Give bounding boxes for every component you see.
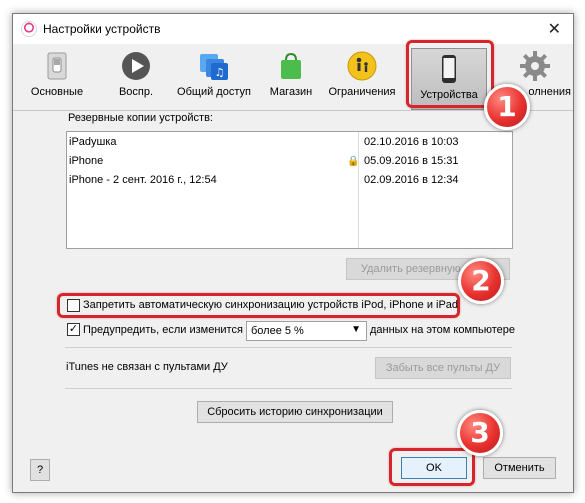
prevent-sync-checkbox[interactable] [67, 299, 80, 312]
chevron-down-icon: ▼ [351, 324, 361, 335]
backup-name: iPadушка [69, 136, 117, 148]
tab-store-label: Магазин [269, 86, 313, 98]
tab-sharing-label: Общий доступ [177, 86, 251, 98]
warn-checkbox[interactable]: ✓ [67, 323, 80, 336]
forget-remotes-button[interactable]: Забыть все пульты ДУ [375, 357, 511, 379]
prevent-sync-label: Запретить автоматическую синхронизацию у… [83, 299, 459, 311]
tab-general-label: Основные [30, 86, 84, 98]
backup-date: 02.09.2016 в 12:34 [364, 174, 459, 186]
tab-playback-label: Воспр. [118, 86, 154, 98]
backups-label: Резервные копии устройств: [68, 112, 213, 124]
lock-icon: 🔒 [347, 156, 360, 167]
tab-general[interactable]: Основные [27, 50, 87, 108]
backups-list[interactable]: iPadушка 02.10.2016 в 10:03 iPhone 🔒 05.… [66, 131, 513, 249]
tab-store[interactable]: Магазин [266, 50, 316, 108]
tab-restrictions[interactable]: Ограничения [326, 50, 398, 108]
shared-music-icon: ♫ [200, 54, 228, 80]
reset-sync-history-button[interactable]: Сбросить историю синхронизации [197, 401, 393, 423]
close-icon[interactable]: ✕ [548, 19, 561, 39]
remotes-status: iTunes не связан с пультами ДУ [66, 361, 228, 373]
play-icon [122, 52, 150, 80]
cancel-button[interactable]: Отменить [483, 457, 556, 479]
window-title: Настройки устройств [43, 22, 161, 36]
step-badge-1: 1 [484, 84, 530, 130]
warn-threshold-select[interactable]: более 5 % ▼ [246, 321, 367, 341]
backup-date: 02.10.2016 в 10:03 [364, 136, 459, 148]
backup-name: iPhone [69, 155, 104, 167]
help-button[interactable]: ? [30, 459, 50, 481]
tab-restrictions-label: Ограничения [328, 86, 396, 98]
list-item[interactable]: iPhone 🔒 05.09.2016 в 15:31 [67, 153, 512, 171]
parental-icon [347, 51, 377, 81]
divider [65, 388, 512, 389]
step-badge-3: 3 [457, 410, 503, 456]
devices-tab-highlight [406, 40, 494, 108]
backup-name: iPhone - 2 сент. 2016 г., 12:54 [69, 174, 217, 186]
list-item[interactable]: iPhone - 2 сент. 2016 г., 12:54 02.09.20… [67, 172, 512, 190]
backup-date: 05.09.2016 в 15:31 [364, 155, 459, 167]
step-badge-2: 2 [458, 258, 504, 304]
warn-label-after: данных на этом компьютере [370, 324, 515, 336]
gear-icon [520, 51, 550, 81]
warn-threshold-value: более 5 % [251, 325, 304, 337]
store-bag-icon [281, 52, 301, 79]
tab-playback[interactable]: Воспр. [109, 50, 163, 108]
warn-label-before: Предупредить, если изменится [83, 324, 243, 336]
tab-sharing[interactable]: ♫ Общий доступ [176, 50, 252, 108]
svg-text:♫: ♫ [215, 66, 225, 79]
divider [65, 347, 512, 348]
list-item[interactable]: iPadушка 02.10.2016 в 10:03 [67, 134, 512, 152]
itunes-icon [21, 21, 37, 37]
ok-button[interactable]: OK [401, 457, 467, 479]
switch-icon [47, 52, 67, 80]
